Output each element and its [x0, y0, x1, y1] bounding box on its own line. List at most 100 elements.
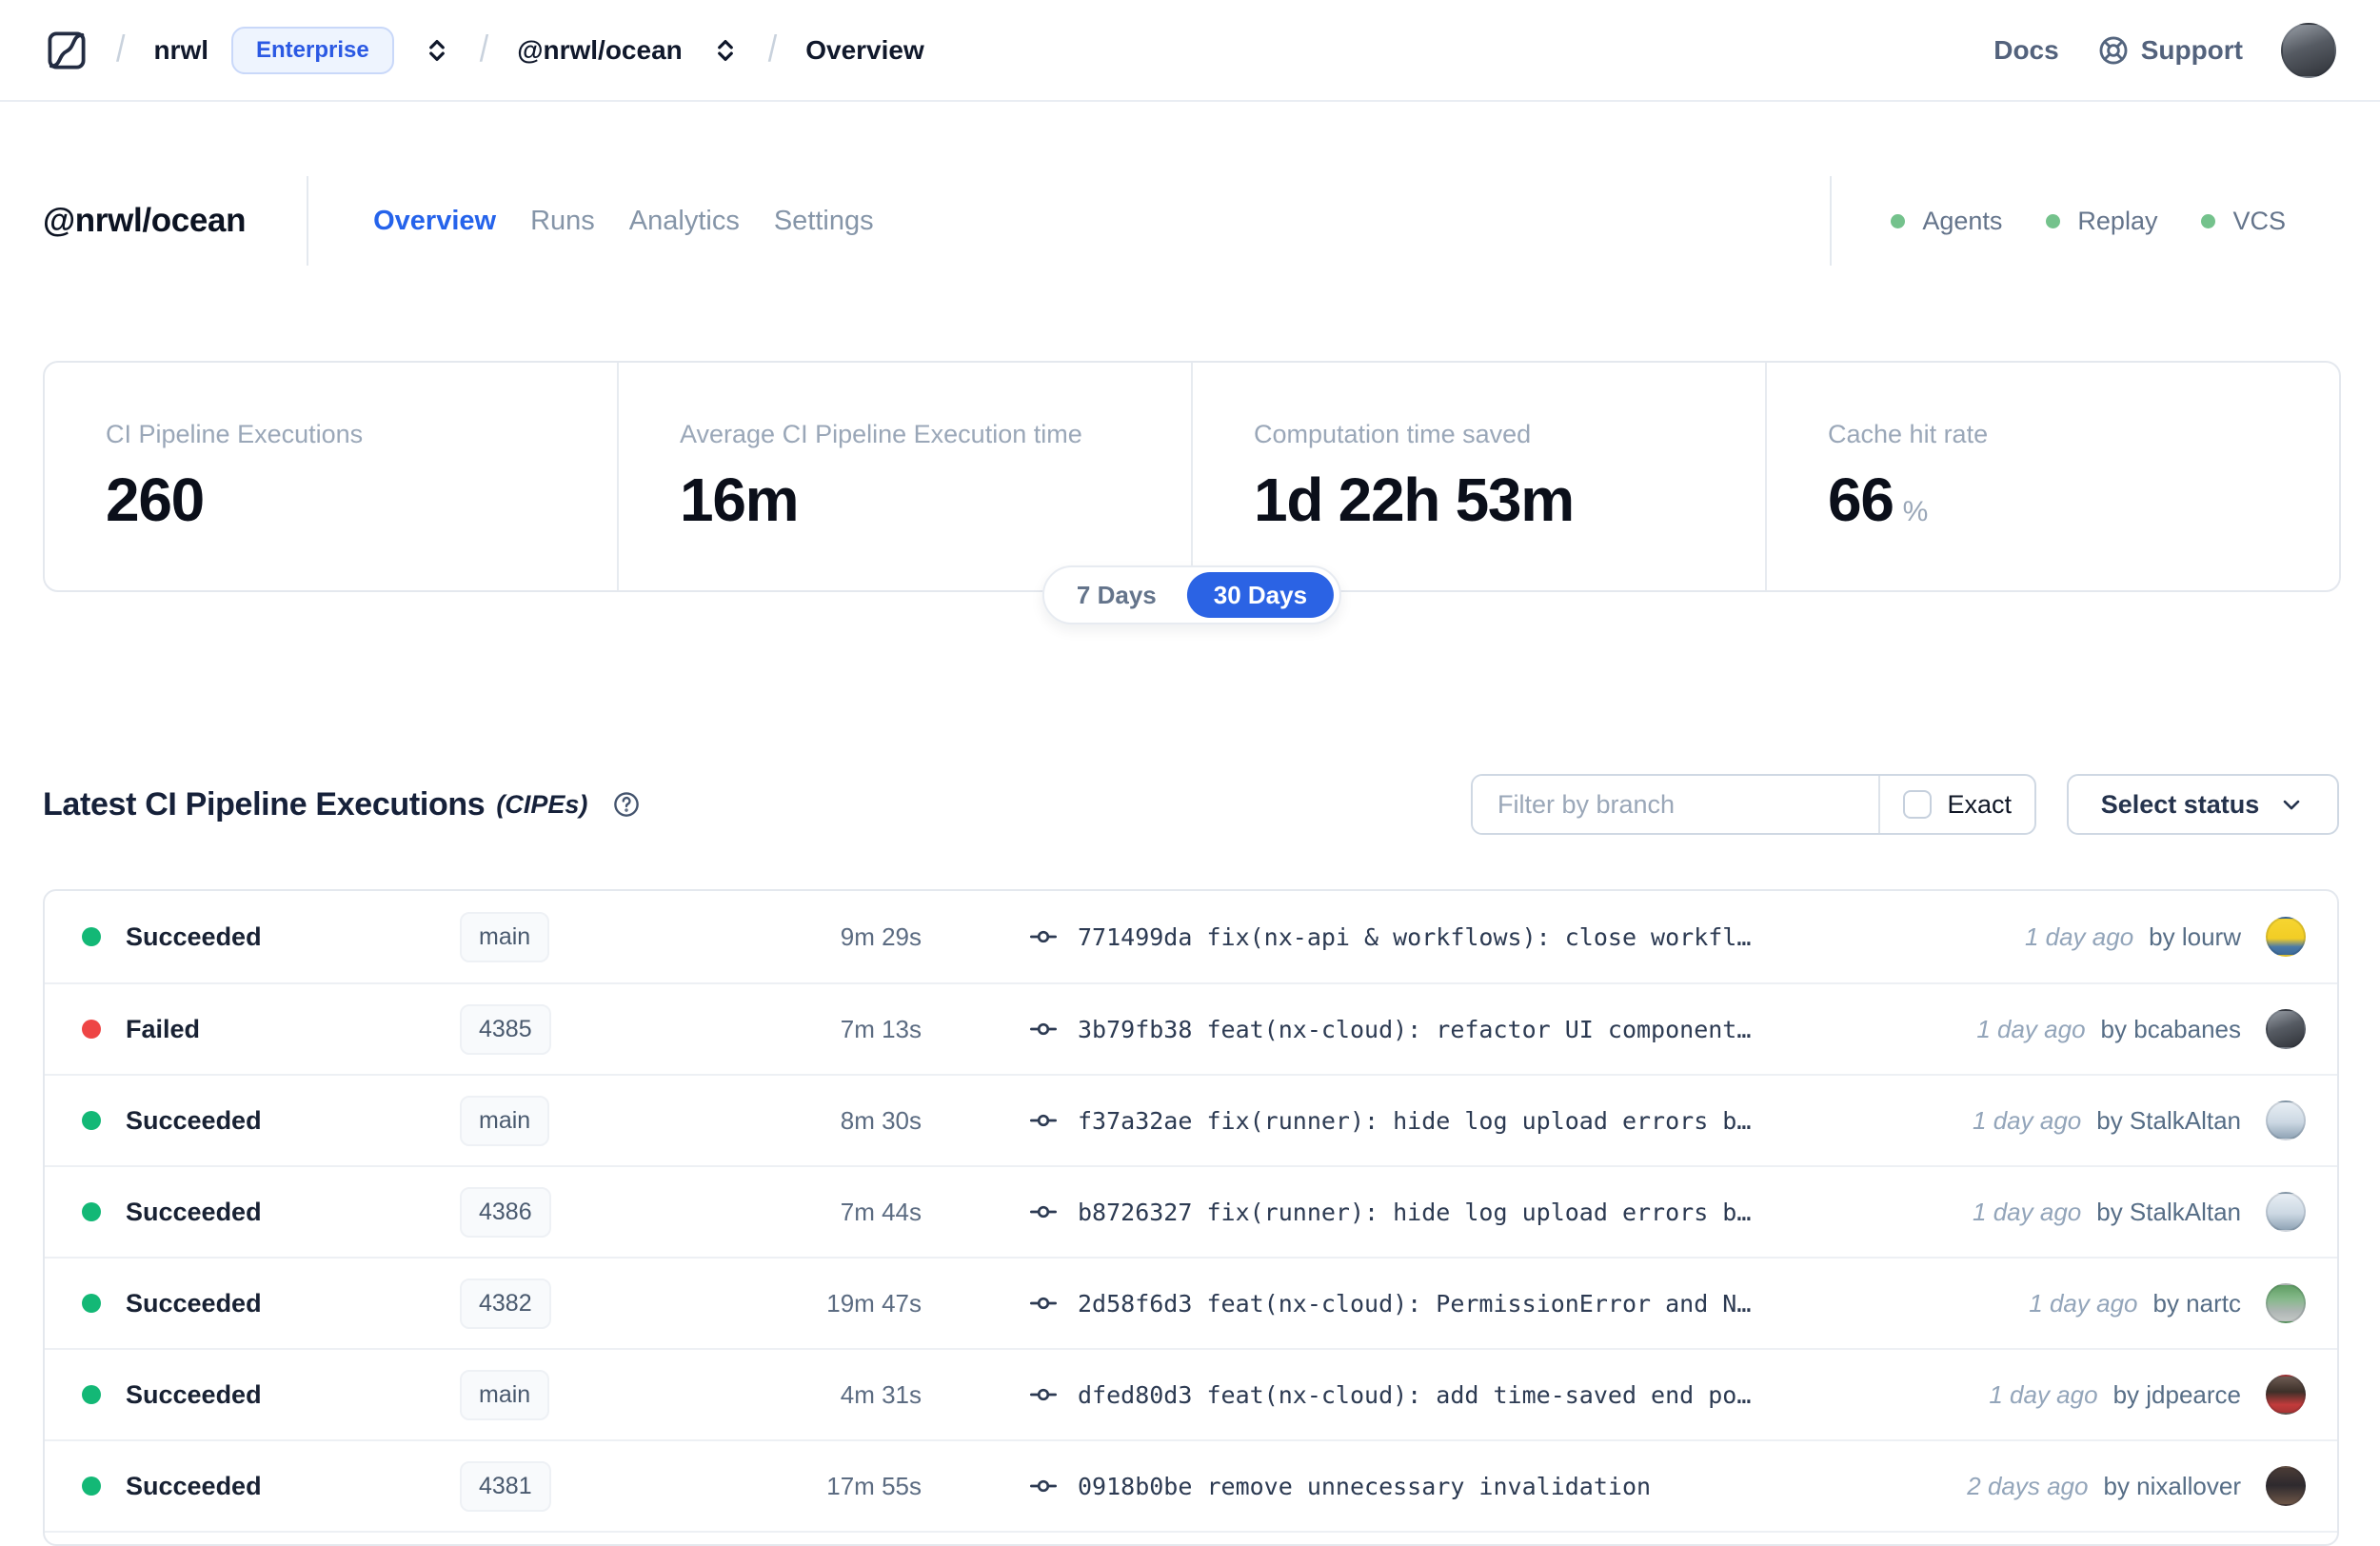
- table-row[interactable]: Succeeded 4381 17m 55s 0918b0be remove u…: [45, 1439, 2337, 1531]
- branch-badge[interactable]: main: [460, 1369, 550, 1420]
- commit-message[interactable]: 2d58f6d3 feat(nx-cloud): PermissionError…: [1078, 1290, 1751, 1318]
- range-7-days[interactable]: 7 Days: [1050, 572, 1183, 618]
- status-select-label: Select status: [2100, 789, 2260, 819]
- integration-label: Agents: [1922, 206, 2003, 235]
- table-row[interactable]: Succeeded 4382 19m 47s 2d58f6d3 feat(nx-…: [45, 1257, 2337, 1348]
- workspace-tabs: Overview Runs Analytics Settings: [373, 206, 874, 237]
- git-commit-icon: [1030, 930, 1057, 943]
- status-dot-icon: [2201, 213, 2216, 228]
- table-row[interactable]: Succeeded main 8m 30s f37a32ae fix(runne…: [45, 1074, 2337, 1165]
- table-row[interactable]: Succeeded main 9m 29s 771499da fix(nx-ap…: [45, 891, 2337, 982]
- cipes-table: Succeeded main 9m 29s 771499da fix(nx-ap…: [43, 889, 2339, 1546]
- time-ago: 2 days ago: [1967, 1471, 2089, 1500]
- author-avatar: [2266, 1375, 2306, 1415]
- exact-checkbox[interactable]: [1903, 790, 1933, 819]
- cipes-section-header: Latest CI Pipeline Executions (CIPEs) Ex…: [43, 773, 2339, 836]
- commit-message[interactable]: 3b79fb38 feat(nx-cloud): refactor UI com…: [1078, 1016, 1751, 1043]
- status-label: Succeeded: [126, 1471, 262, 1500]
- status-label: Succeeded: [126, 922, 262, 951]
- commit-message[interactable]: b8726327 fix(runner): hide log upload er…: [1078, 1199, 1751, 1226]
- branch-badge[interactable]: 4382: [460, 1278, 551, 1329]
- status-label: Succeeded: [126, 1379, 262, 1409]
- exact-label: Exact: [1947, 789, 2012, 819]
- help-icon[interactable]: [612, 790, 641, 819]
- status-dot-icon: [2046, 213, 2061, 228]
- branch-badge[interactable]: 4385: [460, 1003, 551, 1055]
- date-range-toggle: 7 Days 30 Days: [1041, 565, 1342, 624]
- user-avatar[interactable]: [2281, 22, 2336, 78]
- author: by StalkAltan: [2096, 1105, 2241, 1135]
- integration-vcs[interactable]: VCS: [2201, 207, 2286, 236]
- chevrons-up-down-icon[interactable]: [423, 36, 451, 65]
- divider: [307, 176, 309, 266]
- commit-message[interactable]: dfed80d3 feat(nx-cloud): add time-saved …: [1078, 1381, 1751, 1409]
- tab-settings[interactable]: Settings: [774, 206, 874, 237]
- status-label: Succeeded: [126, 1197, 262, 1226]
- commit-message[interactable]: 0918b0be remove unnecessary invalidation: [1078, 1473, 1651, 1500]
- branch-filter-input[interactable]: [1473, 776, 1879, 833]
- enterprise-badge: Enterprise: [231, 26, 394, 74]
- branch-badge[interactable]: 4386: [460, 1186, 551, 1238]
- tab-analytics[interactable]: Analytics: [629, 206, 740, 237]
- integration-replay[interactable]: Replay: [2046, 207, 2157, 236]
- duration: 9m 29s: [840, 922, 922, 951]
- status-label: Succeeded: [126, 1105, 262, 1135]
- author: by bcabanes: [2100, 1014, 2241, 1043]
- support-link[interactable]: Support: [2097, 34, 2243, 67]
- nx-workspace-logo-icon[interactable]: [44, 28, 89, 73]
- time-ago: 1 day ago: [1989, 1379, 2098, 1409]
- table-row[interactable]: Succeeded main 4m 31s dfed80d3 feat(nx-c…: [45, 1348, 2337, 1439]
- status-label: Succeeded: [126, 1288, 262, 1318]
- duration: 8m 30s: [840, 1105, 922, 1135]
- tab-runs[interactable]: Runs: [530, 206, 595, 237]
- stat-label: Average CI Pipeline Execution time: [680, 420, 1082, 448]
- commit-message[interactable]: f37a32ae fix(runner): hide log upload er…: [1078, 1107, 1751, 1135]
- status-dot-icon: [82, 1477, 101, 1496]
- status-dot-icon: [82, 1202, 101, 1221]
- git-commit-icon: [1030, 1205, 1057, 1219]
- status-dot-icon: [1891, 213, 1906, 228]
- stat-value: 16m: [680, 466, 800, 534]
- branch-badge[interactable]: 4381: [460, 1460, 551, 1512]
- stats-panel: CI Pipeline Executions 260 Average CI Pi…: [43, 361, 2341, 592]
- status-dot-icon: [82, 1020, 101, 1039]
- chevron-down-icon: [2283, 800, 2300, 810]
- git-commit-icon: [1030, 1388, 1057, 1401]
- status-select[interactable]: Select status: [2067, 774, 2339, 835]
- branch-badge[interactable]: main: [460, 911, 550, 962]
- author: by StalkAltan: [2096, 1197, 2241, 1226]
- stat-ci-pipeline-executions: CI Pipeline Executions 260: [45, 363, 617, 590]
- commit-message[interactable]: 771499da fix(nx-api & workflows): close …: [1078, 923, 1751, 951]
- author-avatar: [2266, 1283, 2306, 1323]
- stat-value: 260: [106, 466, 205, 534]
- integration-label: VCS: [2232, 206, 2286, 235]
- time-ago: 1 day ago: [2024, 922, 2134, 951]
- branch-badge[interactable]: main: [460, 1095, 550, 1146]
- time-ago: 1 day ago: [1973, 1105, 2082, 1135]
- author-avatar: [2266, 917, 2306, 957]
- author-avatar: [2266, 1466, 2306, 1506]
- time-ago: 1 day ago: [2029, 1288, 2138, 1318]
- git-commit-icon: [1030, 1022, 1057, 1036]
- stat-computation-time-saved: Computation time saved 1d 22h 53m: [1191, 363, 1765, 590]
- status-dot-icon: [82, 1111, 101, 1130]
- chevrons-up-down-icon[interactable]: [711, 36, 740, 65]
- breadcrumb-org[interactable]: nrwl: [153, 35, 208, 66]
- breadcrumb-workspace[interactable]: @nrwl/ocean: [517, 35, 683, 66]
- author: by lourw: [2149, 922, 2241, 951]
- tab-overview[interactable]: Overview: [373, 206, 496, 237]
- table-row[interactable]: Succeeded 4386 7m 44s b8726327 fix(runne…: [45, 1165, 2337, 1257]
- stat-label: Computation time saved: [1254, 420, 1532, 448]
- docs-link[interactable]: Docs: [1993, 35, 2058, 66]
- breadcrumb: / nrwl Enterprise / @nrwl/ocean / Overvi…: [116, 26, 924, 74]
- status-dot-icon: [82, 1294, 101, 1313]
- top-bar: / nrwl Enterprise / @nrwl/ocean / Overvi…: [0, 0, 2380, 102]
- range-30-days[interactable]: 30 Days: [1186, 572, 1335, 618]
- duration: 7m 44s: [840, 1197, 922, 1226]
- breadcrumb-page: Overview: [805, 34, 924, 65]
- stat-value: 1d 22h 53m: [1254, 466, 1575, 534]
- git-commit-icon: [1030, 1114, 1057, 1127]
- table-row[interactable]: Failed 4385 7m 13s 3b79fb38 feat(nx-clou…: [45, 982, 2337, 1074]
- integration-agents[interactable]: Agents: [1891, 207, 2002, 236]
- stat-label: CI Pipeline Executions: [106, 420, 364, 448]
